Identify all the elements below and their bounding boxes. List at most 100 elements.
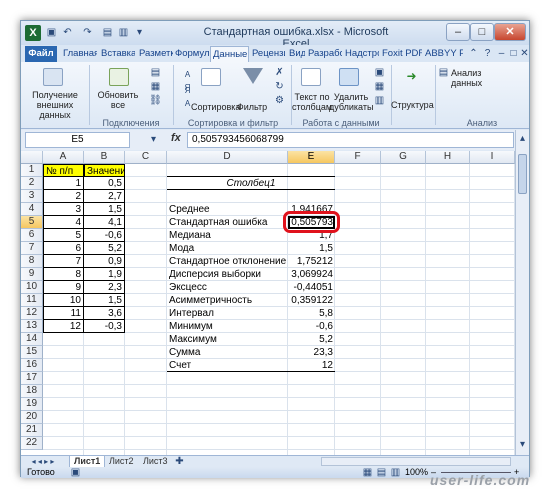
table-header-number[interactable]: № п/п	[43, 164, 84, 177]
help-icon[interactable]: ?	[481, 47, 494, 60]
what-if-icon[interactable]: ▥	[373, 94, 386, 107]
row-header-20[interactable]: 20	[21, 411, 43, 424]
minimize-button[interactable]: –	[446, 23, 470, 41]
row-header-14[interactable]: 14	[21, 333, 43, 346]
reapply-icon[interactable]: ↻	[273, 80, 286, 93]
table-cell-number[interactable]: 12	[43, 320, 84, 333]
tab-insert[interactable]: Вставка	[99, 46, 135, 62]
properties-icon[interactable]: ▦	[149, 80, 162, 93]
scroll-down-icon[interactable]: ▾	[516, 438, 529, 451]
table-cell-number[interactable]: 5	[43, 229, 84, 242]
open-icon[interactable]: ▤	[101, 26, 114, 39]
row-header-11[interactable]: 11	[21, 294, 43, 307]
advanced-filter-icon[interactable]: ⚙	[273, 94, 286, 107]
table-cell-value[interactable]: 0,5	[84, 177, 125, 190]
data-analysis-button[interactable]: Анализ данных	[451, 68, 511, 88]
edit-links-icon[interactable]: ⛓	[149, 94, 162, 107]
stats-label[interactable]: Максимум	[167, 333, 288, 346]
stats-value[interactable]: 1,5	[288, 242, 335, 255]
column-header-i[interactable]: I	[470, 151, 515, 164]
row-header-19[interactable]: 19	[21, 398, 43, 411]
table-cell-number[interactable]: 2	[43, 190, 84, 203]
stats-value[interactable]: 23,3	[288, 346, 335, 359]
table-cell-number[interactable]: 11	[43, 307, 84, 320]
tab-home[interactable]: Главная	[61, 46, 97, 62]
sort-button[interactable]: Сортировка	[191, 102, 240, 112]
stats-label[interactable]: Стандартная ошибка	[167, 216, 288, 229]
table-header-value[interactable]: Значение	[84, 164, 125, 177]
text-to-columns-button[interactable]: Текст по столбцам	[291, 92, 333, 112]
stats-label[interactable]: Медиана	[167, 229, 288, 242]
tab-abbyy[interactable]: ABBYY PI	[423, 46, 463, 62]
stats-value[interactable]: 0,359122	[288, 294, 335, 307]
scroll-thumb[interactable]	[518, 154, 527, 194]
stats-value[interactable]: 3,069924	[288, 268, 335, 281]
table-cell-value[interactable]: 2,3	[84, 281, 125, 294]
column-header-g[interactable]: G	[381, 151, 426, 164]
formula-input[interactable]: 0,505793456068799	[187, 132, 514, 148]
stats-label[interactable]: Среднее	[167, 203, 288, 216]
table-cell-number[interactable]: 6	[43, 242, 84, 255]
row-header-13[interactable]: 13	[21, 320, 43, 333]
horizontal-scrollbar[interactable]	[321, 457, 511, 466]
data-validation-icon[interactable]: ▣	[373, 66, 386, 79]
zoom-level[interactable]: 100%	[405, 467, 428, 478]
table-cell-value[interactable]: 5,2	[84, 242, 125, 255]
row-header-22[interactable]: 22	[21, 437, 43, 450]
row-header-16[interactable]: 16	[21, 359, 43, 372]
stats-label[interactable]: Стандартное отклонение	[167, 255, 288, 268]
consolidate-icon[interactable]: ▦	[373, 80, 386, 93]
name-box[interactable]: E5	[25, 132, 130, 148]
row-header-10[interactable]: 10	[21, 281, 43, 294]
insert-function-button[interactable]: fx	[171, 132, 181, 144]
stats-label[interactable]: Сумма	[167, 346, 288, 359]
table-cell-value[interactable]: 1,5	[84, 294, 125, 307]
excel-logo-icon[interactable]: X	[25, 25, 41, 41]
table-cell-value[interactable]: 0,9	[84, 255, 125, 268]
print-icon[interactable]: ▥	[117, 26, 130, 39]
ribbon-minimize-icon[interactable]: ⌃	[467, 47, 480, 60]
remove-duplicates-button[interactable]: Удалить дубликаты	[329, 92, 373, 112]
row-header-9[interactable]: 9	[21, 268, 43, 281]
table-cell-value[interactable]: -0,6	[84, 229, 125, 242]
stats-value[interactable]: -0,6	[288, 320, 335, 333]
table-cell-value[interactable]: 2,7	[84, 190, 125, 203]
namebox-dropdown-icon[interactable]: ▾	[147, 133, 160, 146]
worksheet-grid[interactable]: A B C D E F G H I 1 2 3 4 5 6 7 8 9 10 11 12 13 14 15 1…	[21, 151, 515, 455]
doc-close-icon[interactable]: ✕	[518, 47, 531, 60]
table-cell-value[interactable]: -0,3	[84, 320, 125, 333]
close-button[interactable]: ✕	[494, 23, 526, 41]
stats-value[interactable]: -0,44051	[288, 281, 335, 294]
row-header-12[interactable]: 12	[21, 307, 43, 320]
connections-icon[interactable]: ▤	[149, 66, 162, 79]
page-break-view-icon[interactable]: ▥	[389, 466, 402, 479]
row-header-21[interactable]: 21	[21, 424, 43, 437]
refresh-all-button[interactable]: Обновить все	[93, 90, 143, 110]
table-cell-number[interactable]: 4	[43, 216, 84, 229]
tab-data[interactable]: Данные	[210, 46, 249, 62]
stats-label[interactable]: Минимум	[167, 320, 288, 333]
row-header-4[interactable]: 4	[21, 203, 43, 216]
row-header-3[interactable]: 3	[21, 190, 43, 203]
stats-value[interactable]: 1,75212	[288, 255, 335, 268]
table-cell-value[interactable]: 4,1	[84, 216, 125, 229]
get-external-data-button[interactable]: Получение внешних данных	[25, 90, 85, 120]
tab-developer[interactable]: Разрабо	[306, 46, 342, 62]
column-header-a[interactable]: A	[43, 151, 84, 164]
tab-page-layout[interactable]: Разметка	[137, 46, 173, 62]
row-header-5[interactable]: 5	[21, 216, 43, 229]
tab-view[interactable]: Вид	[287, 46, 305, 62]
column-header-d[interactable]: D	[167, 151, 288, 164]
undo-icon[interactable]: ↶	[61, 26, 74, 39]
scroll-up-icon[interactable]: ▴	[516, 132, 529, 145]
stats-label[interactable]: Асимметричность	[167, 294, 288, 307]
sort-az-icon[interactable]: А Я	[181, 68, 194, 92]
maximize-button[interactable]: □	[470, 23, 494, 41]
table-cell-value[interactable]: 1,9	[84, 268, 125, 281]
outline-button[interactable]: Структура	[391, 100, 434, 110]
tab-foxit-pdf[interactable]: Foxit PDF	[380, 46, 422, 62]
tab-formulas[interactable]: Формуль	[173, 46, 209, 62]
column-header-c[interactable]: C	[125, 151, 167, 164]
table-cell-number[interactable]: 10	[43, 294, 84, 307]
column-header-f[interactable]: F	[335, 151, 381, 164]
